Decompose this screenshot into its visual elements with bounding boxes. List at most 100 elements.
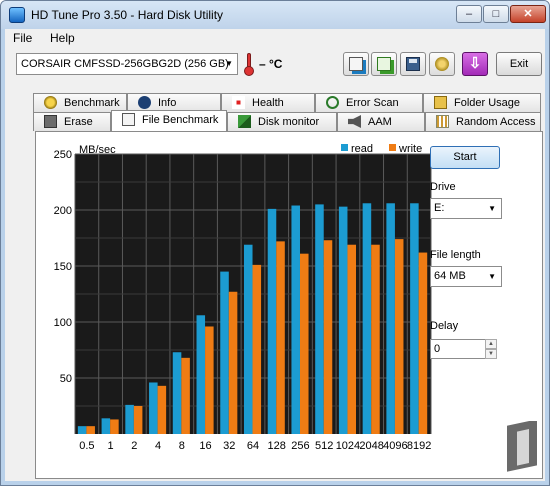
bar-write: [347, 244, 357, 434]
file-benchmark-icon: [122, 113, 135, 126]
bar-read: [410, 203, 419, 434]
speaker-icon: [348, 115, 361, 128]
copy-all-icon: [377, 57, 391, 71]
bar-write: [418, 252, 428, 434]
bar-read: [101, 418, 111, 434]
save-screenshot-button[interactable]: [400, 52, 426, 76]
watermark-logo: [507, 421, 537, 472]
tab-folder-usage[interactable]: Folder Usage: [423, 93, 541, 112]
tab-erase[interactable]: Erase: [33, 112, 111, 131]
window-title: HD Tune Pro 3.50 - Hard Disk Utility: [31, 8, 224, 22]
x-tick-label: 64: [247, 440, 259, 452]
tab-label: Random Access: [456, 116, 536, 128]
arrow-down-icon: ⇩: [468, 55, 482, 72]
maximize-button[interactable]: □: [483, 5, 509, 23]
tab-label: Folder Usage: [454, 97, 521, 109]
tab-file-benchmark[interactable]: File Benchmark: [111, 110, 227, 131]
tab-random-access[interactable]: Random Access: [425, 112, 541, 131]
bar-read: [243, 244, 253, 434]
menu-bar: File Help: [5, 29, 545, 47]
tab-label: AAM: [368, 116, 392, 128]
start-button[interactable]: Start: [430, 146, 500, 169]
bar-write: [323, 240, 333, 434]
bar-read: [220, 271, 229, 434]
bar-read: [291, 205, 300, 434]
floppy-disk-icon: [406, 57, 420, 71]
benchmark-icon: [44, 96, 57, 109]
x-tick-label: 256: [291, 440, 309, 452]
copy-icon: [349, 57, 363, 71]
menu-help[interactable]: Help: [50, 31, 75, 45]
bar-write: [252, 264, 262, 434]
y-tick-label: 50: [60, 373, 72, 385]
drive-select[interactable]: CORSAIR CMFSSD-256GBG2D (256 GB) ▼: [16, 53, 238, 75]
tab-label: File Benchmark: [142, 114, 219, 126]
folder-icon: [434, 96, 447, 109]
copy-all-button[interactable]: [371, 52, 397, 76]
x-tick-label: 512: [315, 440, 333, 452]
bar-write: [228, 291, 238, 434]
y-tick-label: 200: [54, 205, 72, 217]
tab-label: Error Scan: [346, 97, 399, 109]
spin-up-button[interactable]: ▲: [485, 339, 497, 349]
x-tick-label: 4096: [383, 440, 407, 452]
x-tick-label: 2: [131, 440, 137, 452]
drive-label: Drive: [430, 181, 456, 193]
app-window: HD Tune Pro 3.50 - Hard Disk Utility – □…: [0, 0, 550, 486]
y-tick-label: 150: [54, 261, 72, 273]
bar-read: [362, 203, 372, 434]
file-length-label: File length: [430, 249, 481, 261]
drive-combo-value: E:: [434, 202, 445, 214]
bar-write: [205, 326, 214, 434]
bar-read: [386, 203, 395, 434]
chevron-down-icon: ▼: [488, 272, 496, 281]
disk-monitor-icon: [238, 115, 251, 128]
tab-aam[interactable]: AAM: [337, 112, 425, 131]
file-length-combo[interactable]: 64 MB ▼: [430, 266, 502, 287]
download-button[interactable]: ⇩: [462, 52, 488, 76]
x-tick-label: 2048: [359, 440, 383, 452]
file-length-value: 64 MB: [434, 270, 466, 282]
legend-swatch-read: [341, 144, 348, 151]
spin-down-button[interactable]: ▼: [485, 349, 497, 359]
bar-read: [172, 352, 182, 434]
copy-text-button[interactable]: [343, 52, 369, 76]
delay-value: 0: [434, 343, 441, 355]
tab-disk-monitor[interactable]: Disk monitor: [227, 112, 337, 131]
tab-health[interactable]: Health: [221, 93, 315, 112]
x-tick-label: 1024: [336, 440, 360, 452]
bar-write: [371, 244, 380, 434]
chevron-down-icon: ▼: [488, 204, 496, 213]
gear-icon: [435, 57, 449, 71]
bar-read: [149, 382, 158, 434]
title-bar: HD Tune Pro 3.50 - Hard Disk Utility – □…: [1, 1, 549, 29]
bar-write: [276, 241, 285, 434]
bar-read: [338, 206, 348, 434]
bar-read: [77, 426, 87, 434]
close-button[interactable]: ✕: [510, 5, 546, 23]
bar-write: [157, 385, 167, 434]
tab-label: Erase: [64, 116, 93, 128]
tab-error-scan[interactable]: Error Scan: [315, 93, 423, 112]
y-axis-label: MB/sec: [79, 144, 116, 156]
bar-write: [181, 357, 190, 434]
bar-write: [394, 239, 404, 434]
random-access-icon: [436, 115, 449, 128]
tab-label: Disk monitor: [258, 116, 320, 128]
x-tick-label: 128: [268, 440, 286, 452]
bar-read: [267, 208, 277, 434]
x-tick-label: 16: [199, 440, 211, 452]
drive-select-value: CORSAIR CMFSSD-256GBG2D (256 GB): [21, 58, 229, 70]
y-tick-label: 100: [54, 317, 72, 329]
bar-write: [86, 426, 95, 434]
drive-combo[interactable]: E: ▼: [430, 198, 502, 219]
x-tick-label: 32: [223, 440, 235, 452]
app-icon: [9, 7, 25, 23]
menu-file[interactable]: File: [13, 31, 32, 45]
exit-button[interactable]: Exit: [496, 52, 542, 76]
info-icon: [138, 96, 151, 109]
chevron-down-icon: ▼: [225, 59, 233, 68]
options-button[interactable]: [429, 52, 455, 76]
benchmark-chart: 50 100 150 200 250 MB/sec 0.5 1 2 4 8 16 32 64 128 256 5…: [54, 143, 432, 452]
minimize-button[interactable]: –: [456, 5, 482, 23]
